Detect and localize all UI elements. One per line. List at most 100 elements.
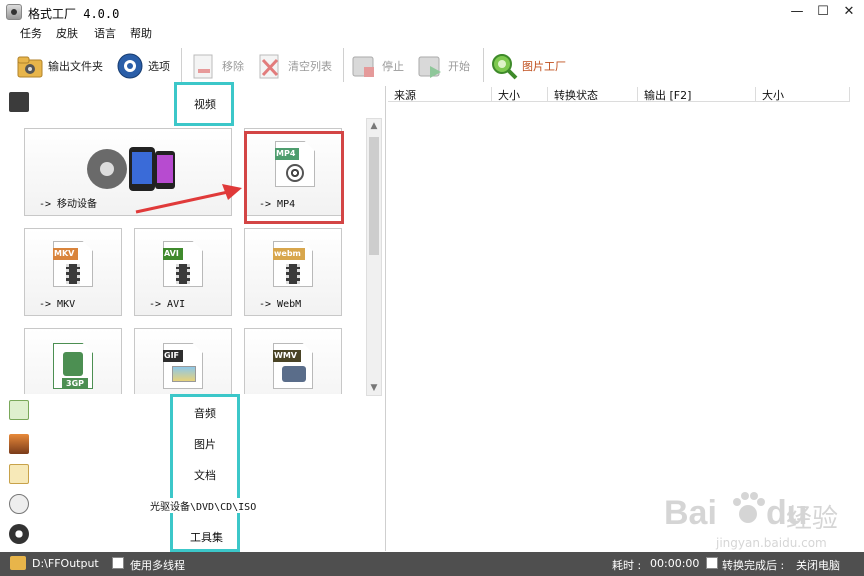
menu-task[interactable]: 任务 (20, 25, 42, 41)
toolbar-separator (483, 48, 484, 82)
baidu-watermark: Bai du 经验 jingyan.baidu.com (660, 484, 850, 554)
magnifier-icon (490, 52, 518, 80)
tile-label: -> AVI (149, 299, 186, 310)
tile-avi[interactable]: AVI -> AVI (134, 228, 232, 316)
paw-icon (733, 492, 765, 523)
tile-gif[interactable]: GIF (134, 328, 232, 394)
tile-wmv[interactable]: WMV (244, 328, 342, 394)
options-button[interactable]: 选项 (116, 50, 170, 82)
phone-icon (63, 352, 83, 376)
output-path[interactable]: D:\FFOutput (32, 557, 99, 570)
after-convert-label: 转换完成后 : (722, 559, 785, 572)
start-button[interactable]: 开始 (416, 50, 470, 82)
scroll-down-icon[interactable]: ▼ (367, 381, 381, 395)
image-thumbnail-icon (172, 366, 196, 382)
remove-button[interactable]: 移除 (190, 50, 244, 82)
toolbar-separator (181, 48, 182, 82)
title-bar: 格式工厂 4.0.0 — ☐ ✕ (0, 0, 864, 24)
tile-label: -> 移动设备 (39, 199, 98, 210)
elapsed-time: 00:00:00 (650, 557, 700, 570)
webm-file-icon: webm (273, 241, 313, 287)
mp4-annotation-box (244, 131, 344, 224)
start-label: 开始 (448, 60, 470, 73)
mkv-file-icon: MKV (53, 241, 93, 287)
clear-list-button[interactable]: 清空列表 (256, 50, 332, 82)
tile-mkv[interactable]: MKV -> MKV (24, 228, 122, 316)
file-tag: webm (273, 248, 305, 260)
scroll-thumb[interactable] (369, 137, 379, 255)
column-source[interactable]: 来源 (388, 87, 492, 102)
picture-factory-button[interactable]: 图片工厂 (490, 50, 566, 82)
after-convert-checkbox[interactable] (706, 557, 718, 570)
disc-drive-icon[interactable] (9, 494, 29, 514)
checkbox-box[interactable] (112, 557, 124, 569)
clear-list-icon (256, 52, 284, 80)
options-label: 选项 (148, 60, 170, 73)
shutdown-option[interactable]: 关闭电脑 (796, 557, 840, 573)
scroll-up-icon[interactable]: ▲ (367, 119, 381, 133)
audio-category-label[interactable]: 音频 (194, 405, 216, 421)
file-list-panel: 来源 大小 转换状态 输出 [F2] 大小 (388, 86, 864, 551)
watermark-product: 经验 (786, 504, 839, 534)
film-strip-icon (176, 264, 190, 284)
stop-icon (350, 52, 378, 80)
options-icon (116, 52, 144, 80)
watermark-url: jingyan.baidu.com (716, 536, 827, 550)
picture-category-icon[interactable] (9, 434, 29, 454)
wmv-file-icon: WMV (273, 343, 313, 389)
3gp-file-icon: 3GP (53, 343, 93, 389)
tools-reel-icon[interactable] (9, 524, 29, 544)
music-note-icon[interactable] (9, 400, 29, 420)
folder-icon (16, 52, 44, 80)
app-icon (6, 4, 22, 20)
toolbar: 输出文件夹 选项 移除 清空列表 停止 开始 图片工厂 (0, 44, 864, 86)
task-panel: 视频 -> 移动设备 MP4 -> MP4 MKV -> MKV AVI -> … (0, 82, 386, 552)
camcorder-icon (282, 366, 306, 382)
file-tag: 3GP (62, 378, 88, 389)
menu-language[interactable]: 语言 (94, 25, 116, 41)
column-output[interactable]: 输出 [F2] (638, 87, 756, 102)
close-button[interactable]: ✕ (838, 3, 860, 21)
annotation-arrow (135, 184, 242, 214)
output-folder-button[interactable]: 输出文件夹 (16, 50, 103, 82)
checkbox-box[interactable] (706, 557, 718, 569)
video-category-icon[interactable] (9, 92, 29, 112)
tools-category-label[interactable]: 工具集 (190, 529, 223, 545)
tile-label: -> WebM (259, 299, 302, 310)
folder-icon[interactable] (10, 556, 26, 570)
file-tag: AVI (163, 248, 183, 260)
column-size[interactable]: 大小 (492, 87, 548, 102)
picture-factory-label: 图片工厂 (522, 60, 566, 73)
minimize-button[interactable]: — (786, 3, 808, 21)
rom-category-label[interactable]: 光驱设备\DVD\CD\ISO (150, 498, 257, 513)
window-title: 格式工厂 4.0.0 (28, 7, 120, 21)
menu-skin[interactable]: 皮肤 (56, 25, 78, 41)
watermark-brand: Bai (664, 494, 717, 532)
remove-icon (190, 52, 218, 80)
picture-category-label[interactable]: 图片 (194, 436, 216, 452)
file-tag: WMV (273, 350, 301, 362)
stop-button[interactable]: 停止 (350, 50, 404, 82)
stop-label: 停止 (382, 60, 404, 73)
column-output-size[interactable]: 大小 (756, 87, 850, 102)
menu-help[interactable]: 帮助 (130, 25, 152, 41)
file-tag: MKV (53, 248, 79, 260)
file-tag: GIF (163, 350, 184, 362)
tile-3gp[interactable]: 3GP (24, 328, 122, 394)
tile-scrollbar[interactable]: ▲ ▼ (366, 118, 382, 396)
file-list-header: 来源 大小 转换状态 输出 [F2] 大小 (388, 86, 850, 102)
tile-label: -> MKV (39, 299, 76, 310)
video-category-label[interactable]: 视频 (194, 96, 216, 112)
maximize-button[interactable]: ☐ (812, 3, 834, 21)
film-strip-icon (66, 264, 80, 284)
remove-label: 移除 (222, 60, 244, 73)
multithread-checkbox[interactable] (112, 557, 124, 570)
document-category-label[interactable]: 文档 (194, 467, 216, 483)
output-folder-label: 输出文件夹 (48, 60, 103, 73)
document-category-icon[interactable] (9, 464, 29, 484)
status-bar: D:\FFOutput 使用多线程 耗时 : 00:00:00 转换完成后 : … (0, 552, 864, 576)
film-strip-icon (286, 264, 300, 284)
column-status[interactable]: 转换状态 (548, 87, 638, 102)
tile-webm[interactable]: webm -> WebM (244, 228, 342, 316)
menu-bar: 任务 皮肤 语言 帮助 (0, 24, 864, 42)
